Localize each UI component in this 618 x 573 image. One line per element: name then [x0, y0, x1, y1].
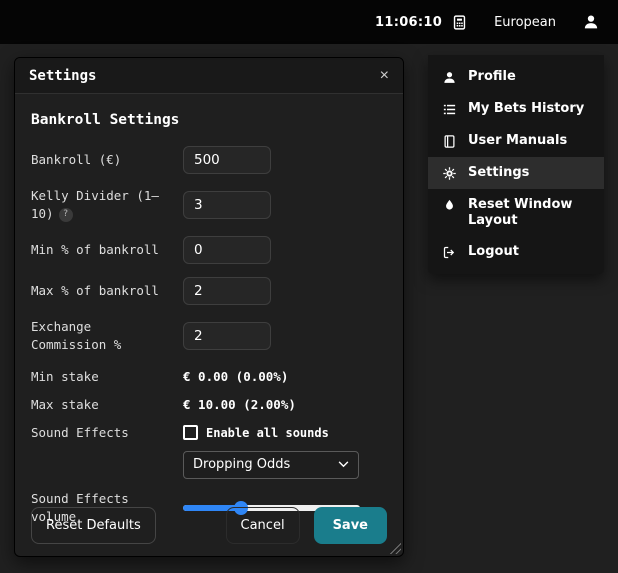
reset-defaults-button[interactable]: Reset Defaults — [31, 507, 156, 544]
bankroll-row: Bankroll (€) — [31, 146, 387, 174]
sound-effects-label: Sound Effects — [31, 424, 129, 440]
menu-item-profile[interactable]: Profile — [428, 61, 604, 93]
bankroll-label: Bankroll (€) — [31, 151, 122, 167]
menu-item-label: User Manuals — [468, 133, 568, 148]
sound-select-row: Dropping Odds — [31, 450, 387, 479]
user-menu: Profile My Bets History User Manuals Set… — [428, 55, 604, 275]
kelly-label: Kelly Divider (1–10)? — [31, 188, 159, 222]
modal-title: Settings — [29, 67, 97, 84]
sound-dropdown[interactable]: Dropping Odds — [183, 450, 359, 479]
settings-modal-header: Settings × — [15, 58, 403, 94]
kelly-row: Kelly Divider (1–10)? — [31, 187, 387, 223]
odds-format-selector[interactable]: European — [494, 15, 556, 30]
enable-sounds-label: Enable all sounds — [206, 425, 329, 440]
enable-sounds-checkbox[interactable]: Enable all sounds — [183, 425, 329, 441]
menu-item-label: Profile — [468, 69, 516, 84]
section-title: Bankroll Settings — [31, 112, 180, 128]
bankroll-input[interactable] — [183, 146, 271, 174]
close-icon[interactable]: × — [380, 67, 389, 84]
max-stake-value: € 10.00 (2.00%) — [183, 397, 296, 413]
modal-footer: Reset Defaults Cancel Save — [15, 493, 403, 556]
menu-item-label: Reset Window Layout — [468, 197, 573, 228]
commission-row: Exchange Commission % — [31, 318, 387, 354]
menu-item-label: Logout — [468, 244, 519, 260]
help-icon[interactable]: ? — [58, 207, 73, 222]
min-pct-label: Min % of bankroll — [31, 242, 159, 258]
max-stake-label: Max stake — [31, 396, 99, 412]
max-pct-label: Max % of bankroll — [31, 283, 159, 299]
droplet-icon — [442, 198, 458, 213]
sound-effects-row: Sound Effects Enable all sounds — [31, 424, 387, 442]
min-stake-value: € 0.00 (0.00%) — [183, 369, 289, 385]
settings-modal-body: Bankroll Settings Bankroll (€) Kelly Div… — [15, 94, 403, 556]
user-account-icon[interactable] — [582, 13, 600, 31]
topbar: 11:06:10 European — [0, 0, 618, 44]
max-pct-row: Max % of bankroll — [31, 277, 387, 306]
min-pct-row: Min % of bankroll — [31, 236, 387, 265]
commission-label: Exchange Commission % — [31, 319, 122, 353]
cancel-button[interactable]: Cancel — [225, 507, 300, 544]
max-pct-input[interactable] — [183, 277, 271, 306]
kelly-divider-input[interactable] — [183, 191, 271, 220]
menu-item-settings[interactable]: Settings — [428, 157, 604, 189]
min-stake-row: Min stake € 0.00 (0.00%) — [31, 368, 387, 386]
menu-item-logout[interactable]: Logout — [428, 236, 604, 268]
clock-group: 11:06:10 — [375, 14, 468, 31]
chevron-down-icon — [338, 461, 349, 468]
calculator-icon[interactable] — [451, 14, 468, 31]
checkbox-box[interactable] — [183, 425, 198, 441]
menu-item-my-bets-history[interactable]: My Bets History — [428, 93, 604, 125]
menu-item-label: Settings — [468, 165, 530, 180]
min-pct-input[interactable] — [183, 236, 271, 265]
person-icon — [442, 70, 458, 85]
commission-input[interactable] — [183, 322, 271, 351]
menu-item-label: My Bets History — [468, 101, 585, 116]
min-stake-label: Min stake — [31, 368, 99, 384]
max-stake-row: Max stake € 10.00 (2.00%) — [31, 396, 387, 414]
save-button[interactable]: Save — [313, 507, 387, 544]
list-icon — [442, 102, 458, 117]
sound-dropdown-value: Dropping Odds — [193, 457, 291, 473]
logout-icon — [442, 245, 458, 260]
menu-item-user-manuals[interactable]: User Manuals — [428, 125, 604, 157]
clock-time: 11:06:10 — [375, 14, 443, 30]
menu-item-reset-window-layout[interactable]: Reset Window Layout — [428, 189, 604, 236]
book-icon — [442, 134, 458, 149]
settings-modal: Settings × Bankroll Settings Bankroll (€… — [14, 57, 404, 557]
gear-icon — [442, 166, 458, 181]
